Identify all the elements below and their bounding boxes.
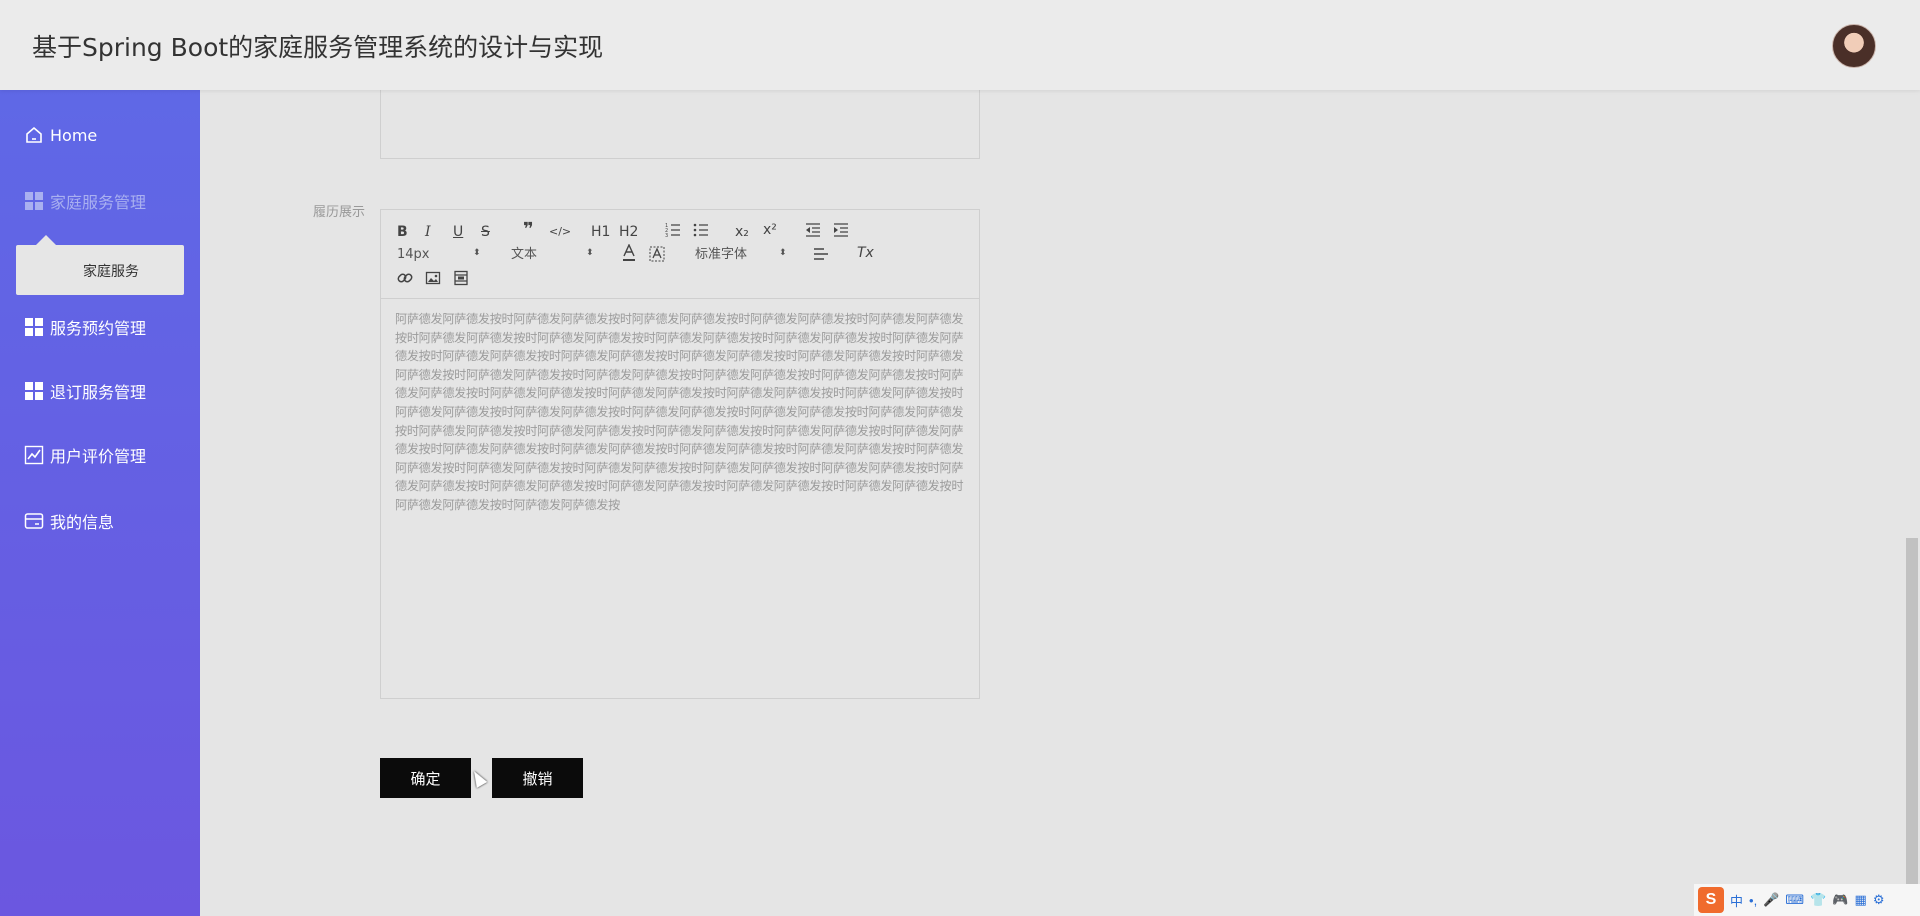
editor-content[interactable]: 阿萨德发阿萨德发按时阿萨德发阿萨德发按时阿萨德发阿萨德发按时阿萨德发阿萨德发按时… — [395, 310, 965, 515]
editor-toolbar: B I U S ❞ </> H1 H2 123 x₂ x² 14px ⬍ 文本 … — [381, 210, 979, 299]
sidebar-item-label: 家庭服务管理 — [50, 193, 147, 212]
video-icon — [454, 270, 468, 286]
ordered-list-icon: 123 — [665, 223, 680, 239]
font-size-select[interactable]: 14px — [397, 247, 430, 263]
submenu-item-label: 家庭服务 — [83, 264, 139, 280]
toolbox-icon[interactable]: ▦ — [1855, 892, 1867, 908]
chart-icon — [24, 445, 44, 465]
punctuation-icon[interactable]: •, — [1749, 893, 1757, 908]
sidebar-item-label: 我的信息 — [50, 513, 115, 532]
sidebar-item-reviews[interactable]: 用户评价管理 — [24, 441, 146, 469]
indent-icon — [834, 223, 848, 237]
background-color-icon — [649, 246, 665, 262]
subscript-button[interactable]: x₂ — [735, 224, 749, 240]
text-color-icon — [623, 243, 635, 261]
confirm-button[interactable]: 确定 — [380, 758, 471, 798]
italic-button[interactable]: I — [425, 224, 431, 240]
strike-button[interactable]: S — [481, 224, 490, 240]
settings-icon[interactable]: ⚙ — [1873, 892, 1885, 908]
bullet-list-button[interactable] — [693, 222, 709, 242]
sidebar-item-my-info[interactable]: 我的信息 — [24, 507, 114, 535]
video-button[interactable] — [453, 270, 469, 290]
cancel-button[interactable]: 撤销 — [492, 758, 583, 798]
h2-button[interactable]: H2 — [619, 224, 638, 240]
home-icon — [24, 125, 44, 145]
sidebar-item-home[interactable]: Home — [24, 121, 97, 149]
sidebar-item-label: 用户评价管理 — [50, 447, 147, 466]
ime-toolbar[interactable]: S 中 •, 🎤 ⌨ 👕 🎮 ▦ ⚙ — [1694, 884, 1920, 916]
rich-text-editor[interactable]: B I U S ❞ </> H1 H2 123 x₂ x² 14px ⬍ 文本 … — [380, 209, 980, 699]
app-header: 基于Spring Boot的家庭服务管理系统的设计与实现 — [0, 0, 1920, 90]
outdent-button[interactable] — [805, 222, 821, 242]
sidebar: Home 家庭服务管理 家庭服务 服务预约管理 退订服务管理 用户评价管理 我的… — [0, 90, 200, 916]
align-left-icon — [814, 248, 828, 260]
skin-icon[interactable]: 👕 — [1810, 892, 1826, 908]
sidebar-item-service-booking[interactable]: 服务预约管理 — [24, 313, 146, 341]
ime-mode-indicator[interactable]: 中 — [1730, 891, 1743, 910]
indent-button[interactable] — [833, 222, 849, 242]
microphone-icon[interactable]: 🎤 — [1763, 892, 1779, 908]
bold-button[interactable]: B — [397, 224, 408, 240]
text-color-button[interactable] — [621, 243, 637, 266]
code-button[interactable]: </> — [549, 224, 571, 240]
font-family-caret-icon: ⬍ — [779, 247, 787, 257]
mouse-cursor-icon — [468, 768, 488, 788]
clean-format-button[interactable]: Tx — [857, 245, 874, 261]
underline-button[interactable]: U — [453, 224, 463, 240]
gamepad-icon[interactable]: 🎮 — [1832, 892, 1848, 908]
grid-icon — [24, 317, 44, 337]
header-caret-icon: ⬍ — [586, 247, 594, 257]
svg-text:3: 3 — [665, 233, 668, 238]
font-size-caret-icon: ⬍ — [473, 247, 481, 257]
ordered-list-button[interactable]: 123 — [665, 222, 681, 242]
superscript-button[interactable]: x² — [763, 222, 777, 238]
align-button[interactable] — [813, 246, 829, 266]
resume-label: 履历展示 — [313, 205, 366, 220]
sogou-logo-icon: S — [1698, 887, 1724, 913]
sidebar-item-label: Home — [50, 125, 98, 145]
sidebar-item-unsubscribe[interactable]: 退订服务管理 — [24, 377, 146, 405]
grid-icon — [24, 381, 44, 401]
link-icon — [397, 273, 413, 283]
page-title: 基于Spring Boot的家庭服务管理系统的设计与实现 — [32, 33, 604, 62]
image-icon — [425, 271, 441, 285]
font-family-select[interactable]: 标准字体 — [695, 247, 747, 263]
sidebar-item-label: 退订服务管理 — [50, 383, 147, 402]
image-button[interactable] — [425, 270, 441, 290]
h1-button[interactable]: H1 — [591, 224, 610, 240]
bullet-list-icon — [693, 223, 708, 237]
link-button[interactable] — [397, 270, 413, 290]
sidebar-item-home-service[interactable]: 家庭服务管理 — [24, 187, 146, 215]
card-icon — [24, 511, 44, 531]
user-avatar[interactable] — [1832, 24, 1876, 68]
scrollbar-thumb[interactable] — [1906, 538, 1918, 908]
background-color-button[interactable] — [649, 246, 665, 266]
submenu-home-service[interactable]: 家庭服务 — [16, 235, 184, 295]
outdent-icon — [806, 223, 820, 237]
header-select[interactable]: 文本 — [511, 247, 537, 263]
keyboard-icon[interactable]: ⌨ — [1785, 892, 1804, 908]
blockquote-button[interactable]: ❞ — [523, 221, 534, 239]
grid-icon — [24, 191, 44, 211]
sidebar-item-label: 服务预约管理 — [50, 319, 147, 338]
